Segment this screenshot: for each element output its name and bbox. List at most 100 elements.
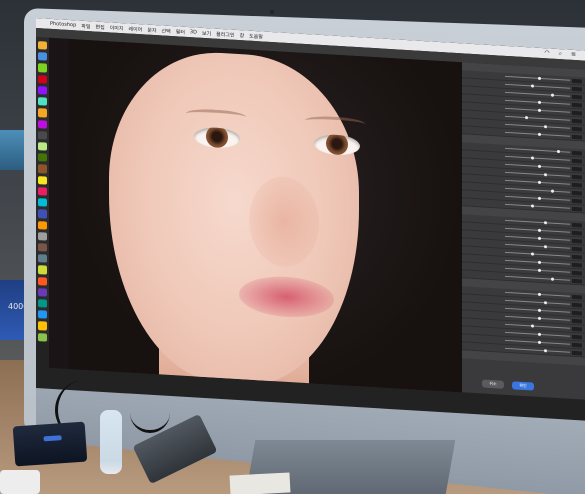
dock-app-icon[interactable] (38, 198, 47, 207)
slider-track[interactable] (505, 195, 570, 201)
slider-value-field[interactable] (572, 254, 582, 259)
menu-item-filter[interactable]: 필터 (176, 28, 185, 36)
slider-knob[interactable] (544, 221, 547, 225)
dock-app-icon[interactable] (38, 276, 47, 286)
slider-knob[interactable] (537, 260, 541, 264)
menu-item-3d[interactable]: 3D (190, 29, 197, 35)
slider-value-field[interactable] (572, 294, 582, 299)
slider-knob[interactable] (537, 132, 541, 136)
slider-value-field[interactable] (572, 94, 582, 99)
slider-value-field[interactable] (572, 342, 582, 347)
slider-value-field[interactable] (572, 118, 582, 123)
slider-track[interactable] (505, 243, 570, 249)
slider-track[interactable] (505, 227, 570, 233)
slider-value-field[interactable] (572, 270, 582, 275)
slider-knob[interactable] (524, 116, 528, 120)
menu-item-view[interactable]: 보기 (202, 29, 211, 37)
menu-item-help[interactable]: 도움말 (249, 32, 263, 40)
slider-knob[interactable] (531, 84, 534, 88)
slider-knob[interactable] (537, 316, 541, 320)
dock-app-icon[interactable] (38, 332, 47, 342)
slider-value-field[interactable] (572, 174, 582, 179)
slider-value-field[interactable] (572, 238, 582, 243)
slider-knob[interactable] (537, 76, 541, 80)
slider-knob[interactable] (550, 277, 554, 281)
dock-app-icon[interactable] (38, 41, 47, 50)
slider-value-field[interactable] (572, 126, 582, 131)
dock-app-icon[interactable] (38, 119, 47, 129)
slider-knob[interactable] (537, 180, 541, 184)
slider-value-field[interactable] (572, 246, 582, 251)
slider-knob[interactable] (544, 173, 547, 177)
slider-knob[interactable] (537, 340, 541, 344)
dock-app-icon[interactable] (38, 287, 47, 297)
slider-track[interactable] (505, 267, 570, 273)
dock-app-icon[interactable] (38, 63, 47, 73)
slider-track[interactable] (505, 251, 570, 257)
slider-track[interactable] (505, 323, 570, 329)
slider-knob[interactable] (537, 100, 541, 104)
slider-knob[interactable] (537, 164, 541, 168)
slider-track[interactable] (505, 171, 570, 177)
slider-value-field[interactable] (572, 230, 582, 235)
slider-knob[interactable] (544, 245, 547, 249)
slider-track[interactable] (505, 99, 570, 105)
slider-track[interactable] (505, 307, 570, 313)
control-center-icon[interactable]: ≡ (571, 51, 576, 59)
slider-value-field[interactable] (572, 262, 582, 267)
slider-track[interactable] (505, 339, 570, 345)
slider-knob[interactable] (537, 292, 541, 296)
dock-app-icon[interactable] (38, 254, 47, 264)
dock-app-icon[interactable] (38, 209, 47, 219)
slider-value-field[interactable] (572, 166, 582, 171)
slider-track[interactable] (505, 179, 570, 185)
dock-app-icon[interactable] (38, 299, 47, 308)
slider-knob[interactable] (531, 156, 534, 160)
slider-track[interactable] (505, 331, 570, 337)
slider-value-field[interactable] (572, 310, 582, 315)
slider-track[interactable] (505, 275, 570, 281)
slider-track[interactable] (505, 147, 570, 154)
slider-knob[interactable] (544, 125, 547, 129)
dock-app-icon[interactable] (38, 142, 47, 151)
slider-track[interactable] (505, 291, 570, 297)
menu-item-edit[interactable]: 편집 (95, 23, 104, 31)
dock-app-icon[interactable] (38, 231, 47, 241)
slider-knob[interactable] (537, 196, 541, 200)
slider-knob[interactable] (544, 349, 547, 353)
slider-value-field[interactable] (572, 182, 582, 187)
slider-track[interactable] (505, 131, 570, 137)
slider-knob[interactable] (537, 332, 541, 336)
slider-knob[interactable] (550, 93, 554, 97)
slider-track[interactable] (505, 187, 570, 193)
slider-value-field[interactable] (572, 206, 582, 211)
dock-app-icon[interactable] (38, 243, 47, 252)
slider-value-field[interactable] (572, 86, 582, 91)
slider-track[interactable] (505, 235, 570, 241)
slider-track[interactable] (505, 315, 570, 321)
slider-track[interactable] (505, 299, 570, 305)
slider-track[interactable] (505, 91, 570, 97)
slider-knob[interactable] (537, 108, 541, 112)
slider-knob[interactable] (537, 268, 541, 272)
dock-app-icon[interactable] (38, 52, 47, 62)
menu-item-photoshop[interactable]: Photoshop (50, 21, 76, 29)
slider-track[interactable] (505, 123, 570, 129)
dock-app-icon[interactable] (38, 130, 47, 140)
slider-value-field[interactable] (572, 150, 582, 155)
dock-app-icon[interactable] (38, 97, 47, 106)
menu-item-file[interactable]: 파일 (81, 22, 90, 30)
slider-value-field[interactable] (572, 350, 582, 355)
slider-track[interactable] (505, 259, 570, 265)
slider-value-field[interactable] (572, 222, 582, 227)
menu-item-image[interactable]: 이미지 (110, 24, 124, 32)
slider-value-field[interactable] (572, 110, 582, 115)
slider-knob[interactable] (544, 301, 547, 305)
dock-app-icon[interactable] (38, 220, 47, 230)
slider-value-field[interactable] (572, 326, 582, 331)
slider-knob[interactable] (531, 324, 534, 328)
dock-app-icon[interactable] (38, 85, 47, 95)
slider-value-field[interactable] (572, 334, 582, 339)
slider-value-field[interactable] (572, 78, 582, 83)
dock-app-icon[interactable] (38, 186, 47, 196)
